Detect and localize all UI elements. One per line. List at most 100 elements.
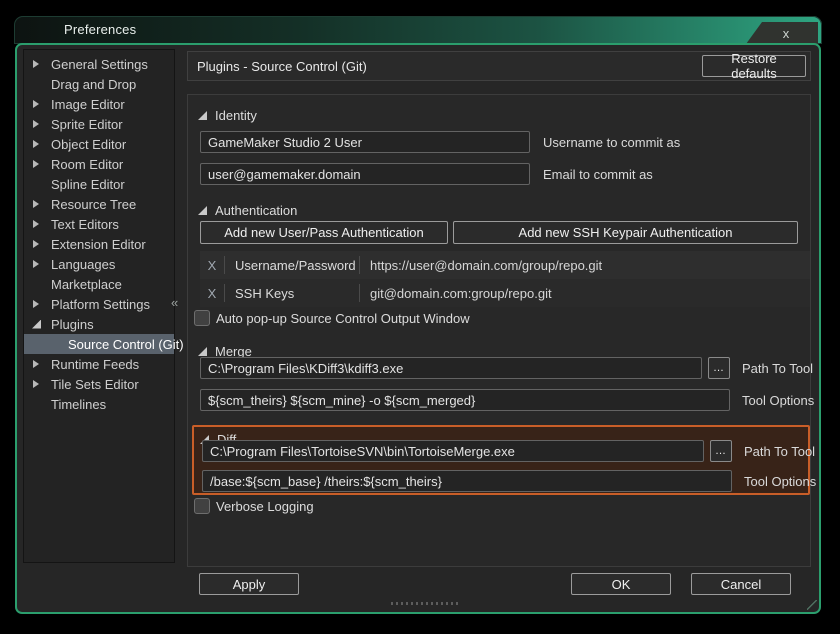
merge-path-input[interactable] — [200, 357, 702, 379]
verbose-logging-label: Verbose Logging — [216, 499, 314, 514]
sidebar-item-drag-and-drop[interactable]: Drag and Drop — [24, 74, 174, 94]
title-bar[interactable]: Preferences x — [14, 16, 822, 44]
diff-options-label: Tool Options — [744, 474, 816, 489]
email-input[interactable] — [200, 163, 530, 185]
sidebar-item-tile-sets-editor[interactable]: Tile Sets Editor — [24, 374, 174, 394]
page-title: Plugins - Source Control (Git) — [197, 59, 367, 74]
remove-entry-icon[interactable]: X — [200, 258, 224, 273]
collapsed-arrow-icon[interactable] — [33, 200, 39, 208]
sidebar-item-label: Sprite Editor — [51, 117, 123, 132]
email-label: Email to commit as — [543, 167, 653, 182]
identity-section-header[interactable]: Identity — [198, 108, 257, 123]
merge-browse-button[interactable]: … — [708, 357, 730, 379]
sidebar-item-label: Source Control (Git) — [68, 337, 184, 352]
sidebar-item-plugins[interactable]: Plugins — [24, 314, 174, 334]
sidebar-item-label: Runtime Feeds — [51, 357, 139, 372]
diff-path-label: Path To Tool — [744, 444, 815, 459]
add-userpass-button[interactable]: Add new User/Pass Authentication — [200, 221, 448, 244]
page-header: Plugins - Source Control (Git) Restore d… — [187, 51, 811, 81]
sidebar-item-platform-settings[interactable]: Platform Settings — [24, 294, 174, 314]
desktop: { "window": { "title": "Preferences", "c… — [0, 0, 840, 634]
expanded-arrow-icon[interactable] — [32, 320, 41, 329]
auth-url-cell: https://user@domain.com/group/repo.git — [360, 258, 810, 273]
authentication-section-header[interactable]: Authentication — [198, 203, 297, 218]
auto-popup-checkbox[interactable] — [194, 310, 210, 326]
verbose-logging-checkbox[interactable] — [194, 498, 210, 514]
close-button[interactable]: x — [746, 22, 818, 44]
authentication-table: X Username/Password https://user@domain.… — [200, 251, 810, 307]
collapsed-arrow-icon[interactable] — [33, 120, 39, 128]
sidebar-item-marketplace[interactable]: Marketplace — [24, 274, 174, 294]
merge-path-label: Path To Tool — [742, 361, 813, 376]
collapsed-arrow-icon[interactable] — [33, 160, 39, 168]
apply-button[interactable]: Apply — [199, 573, 299, 595]
window-title: Preferences — [64, 22, 136, 37]
merge-options-input[interactable] — [200, 389, 730, 411]
sidebar-item-runtime-feeds[interactable]: Runtime Feeds — [24, 354, 174, 374]
collapsed-arrow-icon[interactable] — [33, 60, 39, 68]
merge-options-label: Tool Options — [742, 393, 814, 408]
collapsed-arrow-icon[interactable] — [33, 240, 39, 248]
sidebar-item-label: Timelines — [51, 397, 106, 412]
add-ssh-keypair-button[interactable]: Add new SSH Keypair Authentication — [453, 221, 798, 244]
expanded-arrow-icon[interactable] — [198, 347, 207, 356]
auth-type-cell: SSH Keys — [225, 286, 359, 301]
expanded-arrow-icon[interactable] — [198, 206, 207, 215]
sidebar-item-label: Resource Tree — [51, 197, 136, 212]
sidebar-item-object-editor[interactable]: Object Editor — [24, 134, 174, 154]
sidebar-item-label: Extension Editor — [51, 237, 146, 252]
username-input[interactable] — [200, 131, 530, 153]
collapsed-arrow-icon[interactable] — [33, 300, 39, 308]
auth-entry-row[interactable]: X Username/Password https://user@domain.… — [200, 251, 810, 279]
sidebar-item-label: Spline Editor — [51, 177, 125, 192]
section-title: Identity — [215, 108, 257, 123]
ok-button[interactable]: OK — [571, 573, 671, 595]
collapsed-arrow-icon[interactable] — [33, 140, 39, 148]
sidebar-item-text-editors[interactable]: Text Editors — [24, 214, 174, 234]
window-drag-handle[interactable] — [391, 602, 461, 605]
sidebar-item-timelines[interactable]: Timelines — [24, 394, 174, 414]
sidebar-item-sprite-editor[interactable]: Sprite Editor — [24, 114, 174, 134]
sidebar-item-spline-editor[interactable]: Spline Editor — [24, 174, 174, 194]
sidebar-item-resource-tree[interactable]: Resource Tree — [24, 194, 174, 214]
sidebar-item-label: Plugins — [51, 317, 94, 332]
auth-entry-row[interactable]: X SSH Keys git@domain.com:group/repo.git — [200, 279, 810, 307]
sidebar-item-room-editor[interactable]: Room Editor — [24, 154, 174, 174]
sidebar-item-label: Room Editor — [51, 157, 123, 172]
collapsed-arrow-icon[interactable] — [33, 260, 39, 268]
preferences-tree: General Settings Drag and Drop Image Edi… — [23, 49, 175, 563]
username-label: Username to commit as — [543, 135, 680, 150]
sidebar-item-image-editor[interactable]: Image Editor — [24, 94, 174, 114]
sidebar-item-source-control-git[interactable]: Source Control (Git) — [24, 334, 174, 354]
sidebar-item-label: Text Editors — [51, 217, 119, 232]
diff-path-input[interactable] — [202, 440, 704, 462]
diff-options-input[interactable] — [202, 470, 732, 492]
sidebar-item-label: Object Editor — [51, 137, 126, 152]
sidebar-collapse-icon[interactable]: « — [171, 295, 178, 310]
sidebar-item-label: Languages — [51, 257, 115, 272]
restore-defaults-button[interactable]: Restore defaults — [702, 55, 806, 77]
close-icon: x — [775, 27, 790, 40]
sidebar-item-label: Image Editor — [51, 97, 125, 112]
settings-panel: Identity Username to commit as Email to … — [187, 94, 811, 567]
collapsed-arrow-icon[interactable] — [33, 380, 39, 388]
section-title: Authentication — [215, 203, 297, 218]
preferences-window: Preferences x General Settings Drag and … — [14, 16, 822, 614]
collapsed-arrow-icon[interactable] — [33, 100, 39, 108]
sidebar-item-label: Drag and Drop — [51, 77, 136, 92]
sidebar-item-label: Marketplace — [51, 277, 122, 292]
sidebar-item-general-settings[interactable]: General Settings — [24, 54, 174, 74]
expanded-arrow-icon[interactable] — [198, 111, 207, 120]
remove-entry-icon[interactable]: X — [200, 286, 224, 301]
auth-type-cell: Username/Password — [225, 258, 359, 273]
diff-browse-button[interactable]: … — [710, 440, 732, 462]
sidebar-item-extension-editor[interactable]: Extension Editor — [24, 234, 174, 254]
resize-grip-icon[interactable] — [807, 600, 817, 610]
diff-section-highlight: Diff … Path To Tool Tool Options — [192, 425, 810, 495]
sidebar-item-label: Platform Settings — [51, 297, 150, 312]
window-body: General Settings Drag and Drop Image Edi… — [15, 43, 821, 614]
cancel-button[interactable]: Cancel — [691, 573, 791, 595]
collapsed-arrow-icon[interactable] — [33, 220, 39, 228]
sidebar-item-languages[interactable]: Languages — [24, 254, 174, 274]
collapsed-arrow-icon[interactable] — [33, 360, 39, 368]
